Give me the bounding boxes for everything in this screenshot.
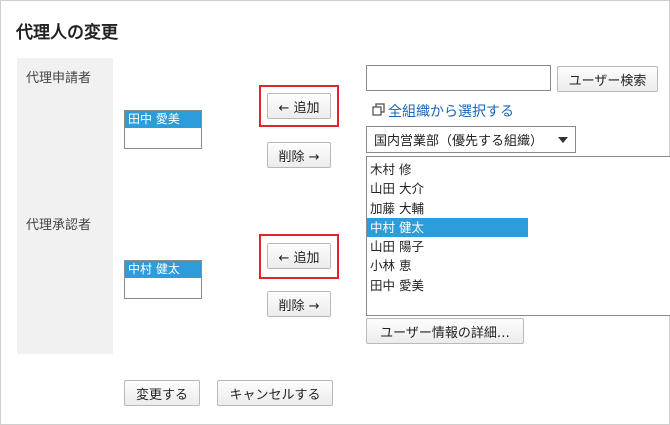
applicant-selected-item[interactable]: 田中 愛美 — [125, 111, 201, 128]
list-item[interactable]: 小林 恵 — [367, 256, 528, 275]
approver-remove-button[interactable]: 削除 → — [267, 291, 331, 317]
organization-select[interactable]: 国内営業部（優先する組織） — [366, 126, 576, 153]
list-item[interactable]: 木村 修 — [367, 160, 528, 179]
popup-window-icon — [372, 102, 385, 120]
applicant-list[interactable]: 田中 愛美 — [124, 110, 202, 149]
select-all-orgs-link-text[interactable]: 全組織から選択する — [388, 101, 514, 121]
chevron-down-icon — [558, 137, 568, 143]
list-item[interactable]: 山田 大介 — [367, 179, 528, 198]
approver-add-button[interactable]: ← 追加 — [267, 243, 331, 269]
applicant-remove-button[interactable]: 削除 → — [267, 142, 331, 168]
approver-label: 代理承認者 — [26, 218, 92, 233]
applicant-add-button[interactable]: ← 追加 — [267, 93, 331, 119]
user-search-button[interactable]: ユーザー検索 — [557, 66, 658, 92]
user-detail-button[interactable]: ユーザー情報の詳細… — [366, 318, 524, 344]
applicant-label-cell: 代理申請者 — [17, 58, 113, 205]
user-search-input[interactable] — [366, 65, 551, 91]
list-item[interactable]: 山田 陽子 — [367, 237, 528, 256]
list-item[interactable]: 田中 愛美 — [367, 276, 528, 295]
applicant-label: 代理申請者 — [26, 71, 92, 86]
user-list[interactable]: 木村 修 山田 大介 加藤 大輔 中村 健太 山田 陽子 小林 恵 田中 愛美 — [366, 156, 670, 316]
cancel-button[interactable]: キャンセルする — [217, 380, 333, 406]
select-all-orgs-link[interactable]: 全組織から選択する — [372, 101, 514, 121]
approver-selected-item[interactable]: 中村 健太 — [125, 261, 201, 278]
list-item-selected[interactable]: 中村 健太 — [367, 217, 528, 238]
page-title: 代理人の変更 — [16, 23, 118, 43]
approver-label-cell: 代理承認者 — [17, 205, 113, 354]
list-item[interactable]: 加藤 大輔 — [367, 199, 528, 218]
organization-select-value: 国内営業部（優先する組織） — [374, 134, 544, 149]
submit-button[interactable]: 変更する — [124, 380, 200, 406]
approver-list[interactable]: 中村 健太 — [124, 260, 202, 299]
